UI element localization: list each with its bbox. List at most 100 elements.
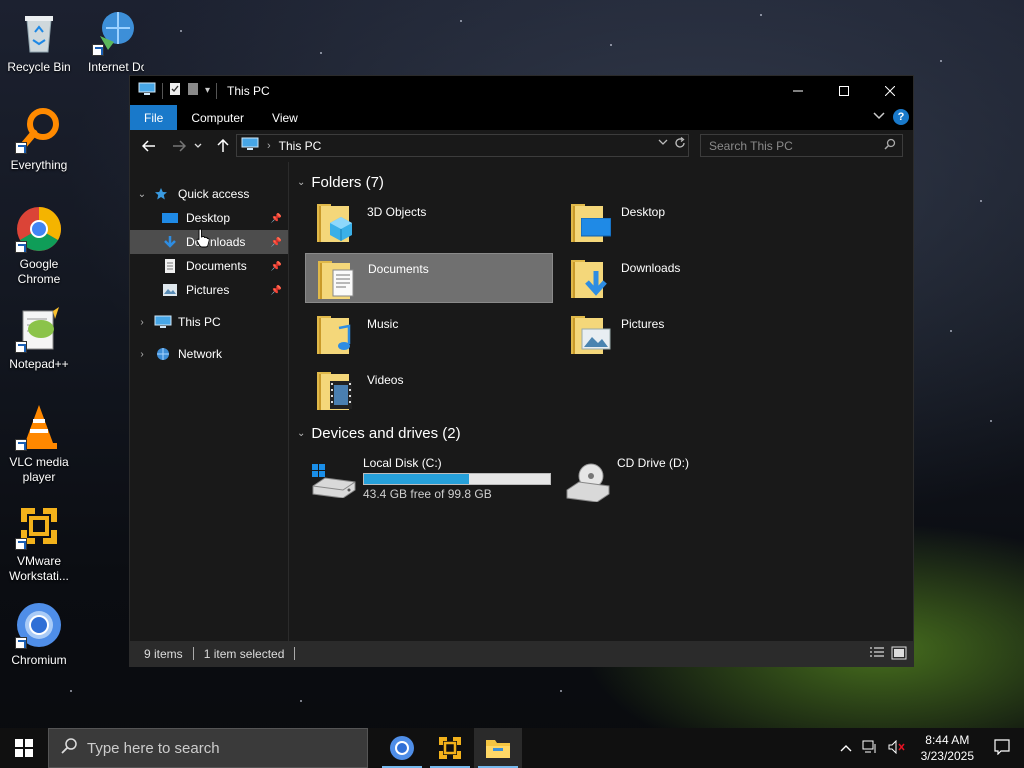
show-hidden-icons-chevron-icon[interactable]	[835, 741, 857, 755]
breadcrumb-chevron-icon[interactable]: ›	[267, 140, 271, 152]
taskbar-app-vmware[interactable]	[426, 728, 474, 768]
system-clock[interactable]: 8:44 AM 3/23/2025	[911, 732, 984, 764]
explorer-body: ⌄ Quick access Desktop 📌 Downloads 📌 Doc…	[130, 162, 913, 641]
drive-local-disk-c[interactable]: Local Disk (C:) 43.4 GB free of 99.8 GB	[305, 452, 551, 502]
back-button[interactable]	[137, 134, 161, 158]
customize-toolbar-icon[interactable]: ▾	[205, 85, 210, 96]
folder-name: Desktop	[621, 205, 666, 219]
taskbar-app-file-explorer[interactable]	[474, 728, 522, 768]
minimize-button[interactable]	[775, 76, 821, 105]
expand-ribbon-chevron-icon[interactable]	[873, 111, 885, 123]
nav-item-pictures[interactable]: Pictures 📌	[130, 278, 288, 302]
taskbar: Type here to search 8:44 AM 3/23/2025	[0, 728, 1024, 768]
breadcrumb-this-pc[interactable]: This PC	[279, 139, 322, 153]
group-collapse-chevron-icon[interactable]: ⌄	[297, 428, 305, 439]
title-bar: ▾ This PC	[130, 76, 913, 105]
document-icon	[162, 259, 180, 273]
search-input[interactable]	[709, 138, 879, 153]
desktop-icon-everything[interactable]: Everything	[0, 106, 78, 173]
large-icons-view-icon[interactable]	[891, 646, 907, 663]
desktop-icon-internet-download[interactable]: Internet Downl	[78, 8, 154, 75]
pin-icon[interactable]: 📌	[271, 237, 282, 248]
taskbar-search-box[interactable]: Type here to search	[48, 728, 368, 768]
network-status-icon[interactable]	[857, 740, 883, 757]
drive-usage-bar	[363, 473, 551, 485]
pictures-icon	[162, 283, 180, 297]
desktop-icon-chromium[interactable]: Chromium	[0, 601, 78, 668]
address-dropdown-chevron-icon[interactable]	[658, 137, 668, 152]
vmware-icon	[15, 502, 63, 550]
drive-cd-d[interactable]: CD Drive (D:)	[559, 452, 689, 503]
folder-videos[interactable]: Videos	[305, 365, 553, 415]
refresh-icon[interactable]	[674, 136, 686, 152]
folder-pictures[interactable]: Pictures	[559, 309, 807, 359]
forward-button[interactable]	[167, 134, 191, 158]
pin-icon[interactable]: 📌	[271, 261, 282, 272]
collapsed-chevron-icon[interactable]: ›	[134, 317, 150, 328]
tab-computer[interactable]: Computer	[177, 105, 258, 130]
desktop-icon-vmware[interactable]: VMware Workstati...	[0, 502, 78, 584]
up-button[interactable]	[211, 134, 235, 158]
nav-item-desktop[interactable]: Desktop 📌	[130, 206, 288, 230]
details-view-icon[interactable]	[869, 646, 885, 663]
tab-view[interactable]: View	[258, 105, 312, 130]
shortcut-arrow-icon	[15, 341, 27, 353]
action-center-notification-icon[interactable]	[984, 738, 1024, 758]
new-folder-icon[interactable]	[187, 82, 199, 99]
start-button[interactable]	[0, 728, 48, 768]
shortcut-arrow-icon	[15, 439, 27, 451]
folder-desktop[interactable]: Desktop	[559, 197, 807, 247]
search-icon	[884, 138, 896, 153]
nav-item-documents[interactable]: Documents 📌	[130, 254, 288, 278]
nav-item-this-pc[interactable]: › This PC	[130, 310, 288, 334]
volume-muted-icon[interactable]	[883, 739, 911, 757]
properties-icon[interactable]	[169, 82, 181, 99]
taskbar-app-chromium[interactable]	[378, 728, 426, 768]
folder-3d-objects[interactable]: 3D Objects	[305, 197, 553, 247]
nav-item-network[interactable]: › Network	[130, 342, 288, 366]
close-button[interactable]	[867, 76, 913, 105]
tab-file[interactable]: File	[130, 105, 178, 130]
group-collapse-chevron-icon[interactable]: ⌄	[297, 177, 305, 188]
folder-documents[interactable]: Documents	[305, 253, 553, 303]
pin-icon[interactable]: 📌	[271, 213, 282, 224]
shortcut-arrow-icon	[92, 44, 104, 56]
folder-videos-icon	[315, 368, 359, 412]
this-pc-icon	[241, 137, 259, 154]
desktop-icon-recycle-bin[interactable]: Recycle Bin	[0, 8, 78, 75]
folder-3d-objects-icon	[315, 200, 359, 244]
star-icon	[154, 187, 172, 201]
desktop-icon-google-chrome[interactable]: Google Chrome	[0, 205, 78, 287]
quick-access-toolbar: ▾	[130, 82, 218, 99]
folder-desktop-icon	[569, 200, 613, 244]
group-header-devices[interactable]: ⌄ Devices and drives (2)	[297, 425, 461, 442]
folder-name: 3D Objects	[367, 205, 427, 219]
desktop-icon-label: VLC media player	[9, 455, 69, 484]
this-pc-icon	[138, 82, 156, 99]
desktop-folder-icon	[162, 211, 180, 225]
maximize-button[interactable]	[821, 76, 867, 105]
pin-icon[interactable]: 📌	[271, 285, 282, 296]
shortcut-arrow-icon	[15, 637, 27, 649]
desktop-icon-vlc[interactable]: VLC media player	[0, 403, 78, 485]
collapsed-chevron-icon[interactable]: ›	[134, 349, 150, 360]
chrome-icon	[15, 205, 63, 253]
folder-name: Music	[367, 317, 399, 331]
clock-time: 8:44 AM	[925, 733, 970, 747]
expanded-chevron-icon[interactable]: ⌄	[134, 189, 150, 200]
nav-item-quick-access[interactable]: ⌄ Quick access	[130, 182, 288, 206]
search-box[interactable]	[700, 134, 903, 157]
folder-downloads[interactable]: Downloads	[559, 253, 807, 303]
desktop-icon-notepad-plus-plus[interactable]: Notepad++	[0, 305, 78, 372]
group-header-folders[interactable]: ⌄ Folders (7)	[297, 174, 384, 191]
vlc-cone-icon	[15, 403, 63, 451]
folder-music[interactable]: Music	[305, 309, 553, 359]
help-icon[interactable]: ?	[893, 109, 909, 125]
desktop-icon-label: Notepad++	[9, 357, 69, 371]
nav-item-label: Downloads	[186, 235, 246, 249]
window-controls	[775, 76, 913, 105]
address-bar[interactable]: › This PC	[236, 134, 689, 157]
this-pc-icon	[154, 315, 172, 329]
cd-drive-icon	[565, 462, 611, 503]
recent-locations-button[interactable]	[191, 134, 205, 158]
